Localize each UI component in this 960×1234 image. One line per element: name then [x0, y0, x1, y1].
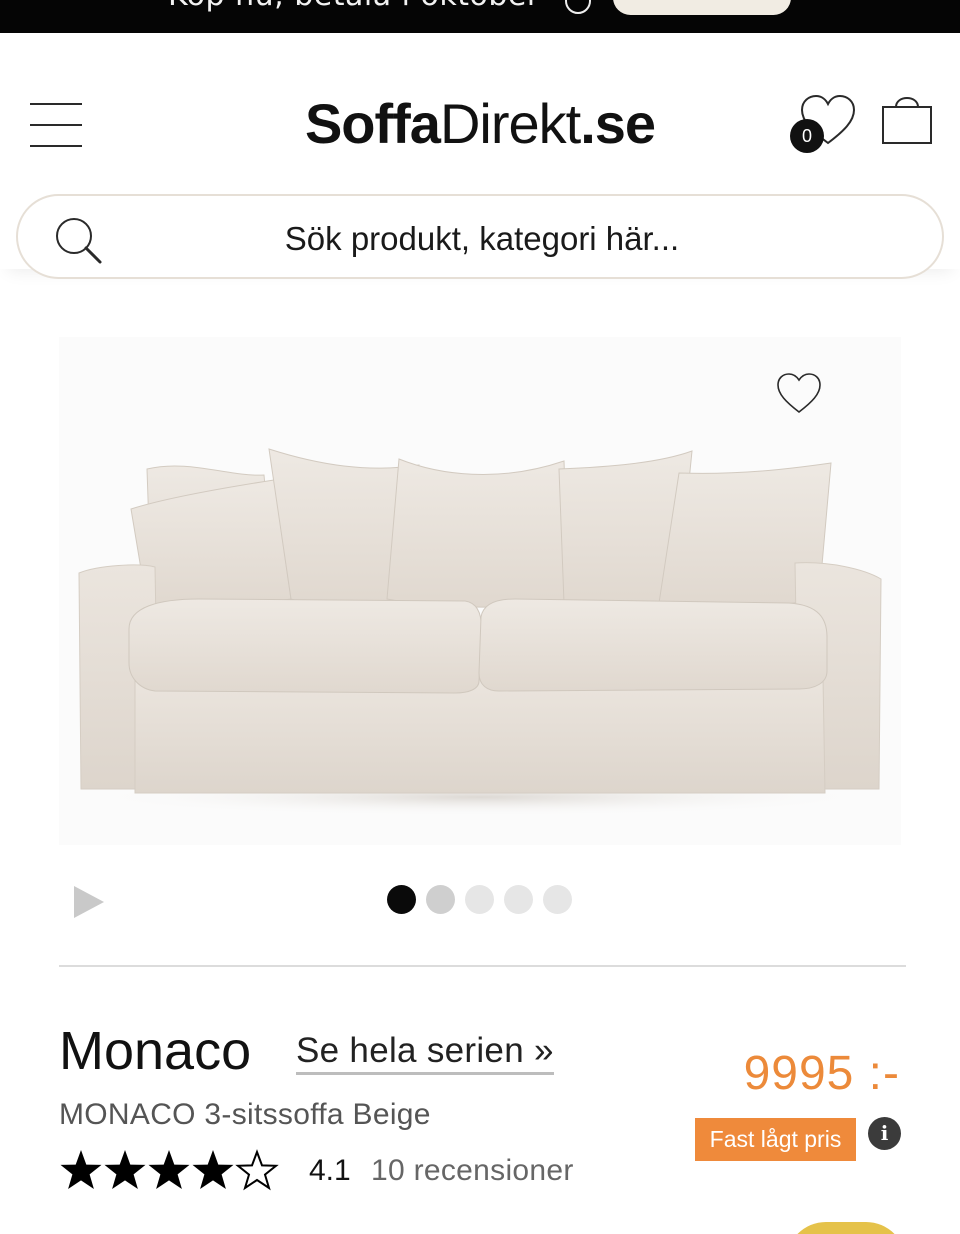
rating-stars: [59, 1146, 279, 1194]
search-bar[interactable]: Sök produkt, kategori här...: [16, 194, 944, 279]
promo-info-icon[interactable]: [565, 0, 591, 14]
pagination-dot-2[interactable]: [426, 885, 455, 914]
pagination-dot-5[interactable]: [543, 885, 572, 914]
cart-button[interactable]: [880, 89, 934, 147]
star-icon: [104, 1150, 146, 1189]
promo-banner: Köp nu, betala i oktober: [0, 0, 960, 33]
info-icon[interactable]: i: [868, 1117, 901, 1150]
pagination-dot-4[interactable]: [504, 885, 533, 914]
section-divider: [59, 965, 906, 967]
star-icon: [60, 1150, 102, 1189]
star-outline-icon: [235, 1149, 279, 1191]
series-link[interactable]: Se hela serien »: [296, 1031, 554, 1075]
product-image[interactable]: [59, 337, 901, 845]
shopping-bag-icon: [882, 97, 932, 144]
product-price: 9995 :-: [743, 1047, 900, 1100]
promo-banner-button[interactable]: [613, 0, 791, 15]
heart-outline-icon[interactable]: [775, 371, 823, 415]
site-header: SoffaDirekt.se 0 Sök produkt, kategori h…: [0, 33, 960, 279]
product-subtitle: MONACO 3-sitssoffa Beige: [59, 1098, 431, 1131]
search-input[interactable]: Sök produkt, kategori här...: [18, 220, 946, 258]
pagination-dot-3[interactable]: [465, 885, 494, 914]
review-count-link[interactable]: 10 recensioner: [371, 1154, 574, 1188]
star-icon: [148, 1150, 190, 1189]
floating-action-button[interactable]: [786, 1222, 906, 1234]
price-badge: Fast lågt pris: [695, 1118, 856, 1161]
wishlist-count-badge: 0: [790, 119, 824, 153]
wishlist-button[interactable]: 0: [790, 93, 858, 153]
logo-light-part: Direkt: [439, 92, 581, 155]
logo-bold-part: Soffa: [304, 92, 441, 155]
star-icon: [192, 1150, 234, 1189]
play-icon[interactable]: [72, 884, 106, 920]
logo-suffix: .se: [580, 92, 656, 155]
pagination-dot-1[interactable]: [387, 885, 416, 914]
rating-score: 4.1: [309, 1154, 351, 1187]
product-title: Monaco: [59, 1021, 252, 1081]
promo-banner-text: Köp nu, betala i oktober: [168, 0, 540, 13]
